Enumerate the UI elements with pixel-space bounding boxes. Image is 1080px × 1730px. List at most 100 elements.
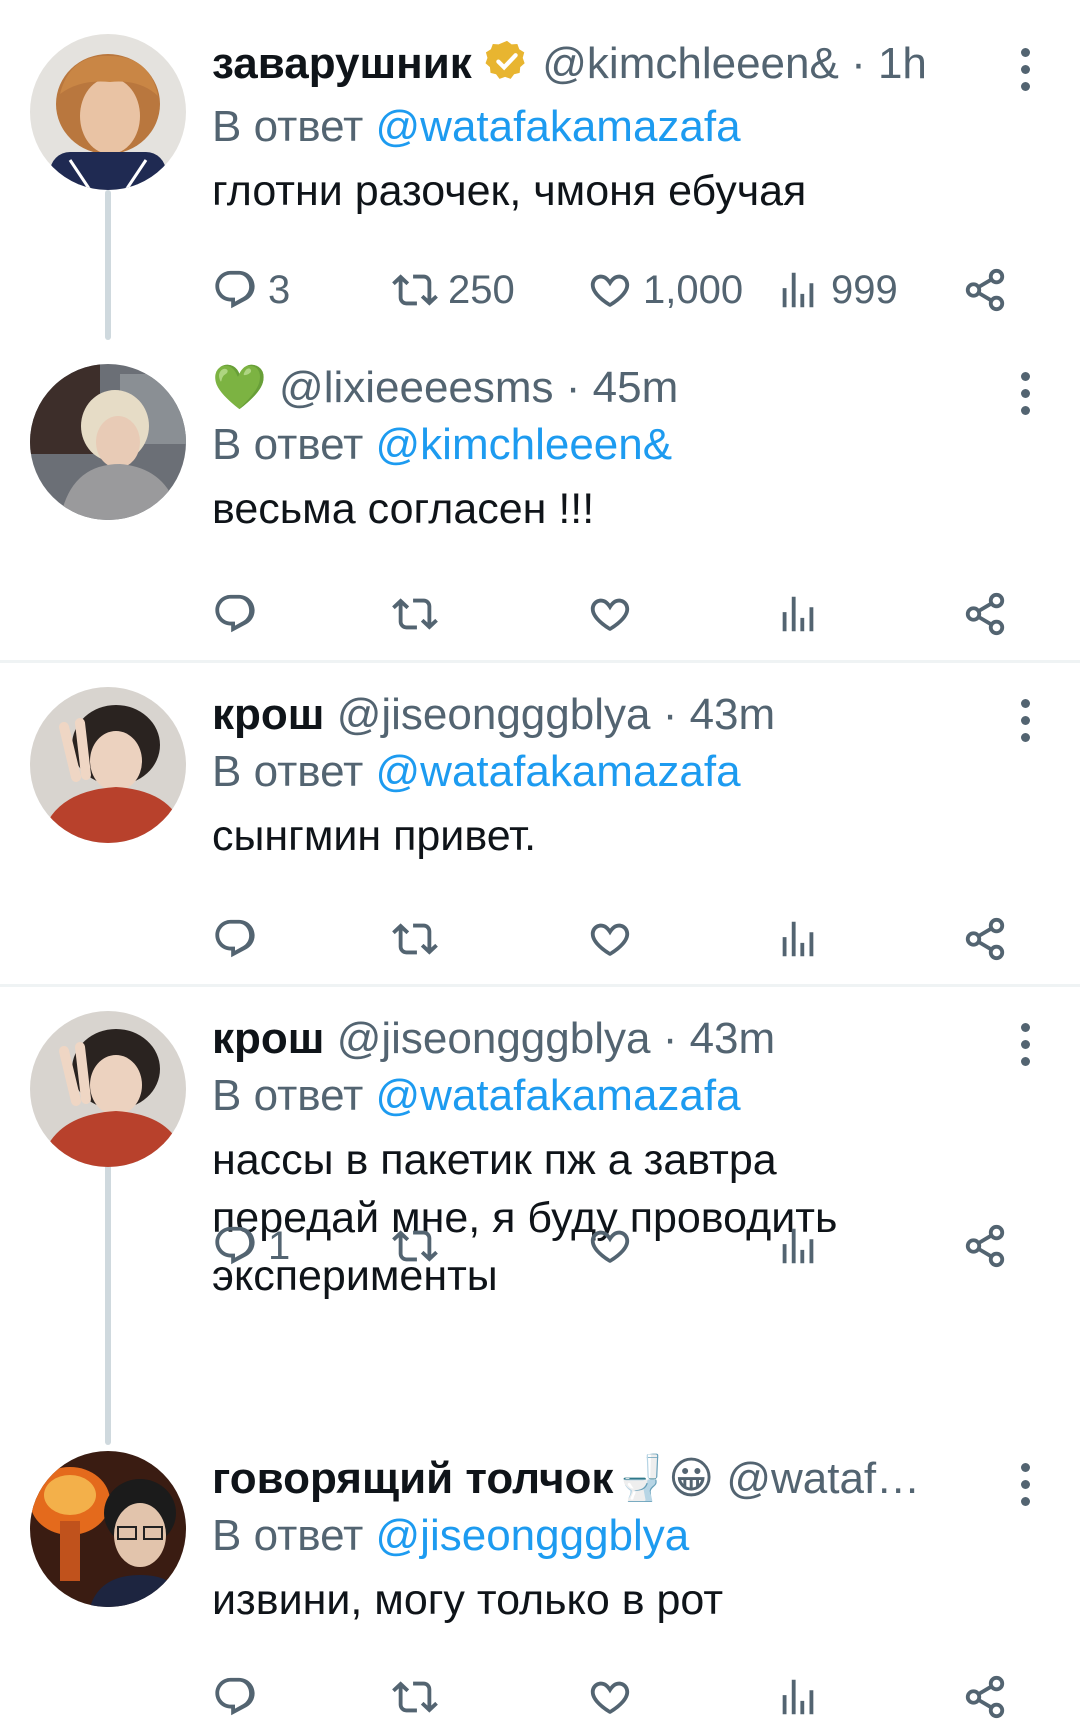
handle[interactable]: @jiseongggblya	[337, 1014, 651, 1063]
views-count: 999	[831, 267, 898, 312]
handle[interactable]: @wataf…	[726, 1454, 920, 1503]
like-button[interactable]: 1,000	[587, 260, 743, 320]
reply-button[interactable]: 3	[212, 260, 290, 320]
share-button[interactable]	[962, 584, 1008, 644]
display-name[interactable]: крош	[212, 690, 324, 739]
retweet-button[interactable]	[392, 909, 438, 969]
display-name[interactable]: говорящий толчок	[212, 1454, 613, 1503]
handle[interactable]: @jiseongggblya	[337, 690, 651, 739]
share-icon	[962, 591, 1008, 637]
avatar[interactable]	[30, 687, 186, 843]
reply-to-link[interactable]: @watafakamazafa	[376, 102, 741, 151]
views-button[interactable]	[775, 584, 821, 644]
tweet-header: говорящий толчок🚽😀 @wataf…	[212, 1451, 1000, 1507]
tweet-text: извини, могу только в рот	[212, 1576, 724, 1624]
timestamp[interactable]: · 1h	[851, 39, 927, 88]
retweet-icon	[392, 591, 438, 637]
retweet-count: 250	[448, 267, 515, 312]
views-button[interactable]	[775, 1216, 821, 1276]
like-icon	[587, 1674, 633, 1720]
tweet[interactable]: заварушник @kimchleeen& · 1h В ответ @wa…	[0, 0, 1080, 340]
timestamp[interactable]: · 45m	[566, 363, 678, 412]
share-icon	[962, 1223, 1008, 1269]
like-button[interactable]	[587, 584, 633, 644]
like-button[interactable]	[587, 909, 633, 969]
like-icon	[587, 916, 633, 962]
handle[interactable]: @kimchleeen&	[542, 39, 839, 88]
verified-badge-icon	[484, 38, 530, 98]
reply-button[interactable]	[212, 584, 258, 644]
action-bar: 3 250 1,000 999	[212, 260, 1012, 320]
avatar[interactable]	[30, 1011, 186, 1167]
avatar[interactable]	[30, 364, 186, 520]
retweet-button[interactable]: 250	[392, 260, 515, 320]
views-button[interactable]	[775, 1667, 821, 1727]
tweet-text-line: нассы в пакетик пж а завтра	[212, 1136, 777, 1184]
reply-context: В ответ @kimchleeen&	[212, 416, 1000, 474]
tweet-text: сынгмин привет.	[212, 812, 537, 860]
retweet-icon	[392, 1674, 438, 1720]
reply-button[interactable]	[212, 909, 258, 969]
avatar[interactable]	[30, 1451, 186, 1607]
reply-count: 3	[268, 267, 291, 312]
views-icon	[775, 591, 821, 637]
reply-icon	[212, 267, 258, 313]
reply-count: 1	[268, 1223, 291, 1268]
action-bar	[212, 909, 1012, 969]
display-name[interactable]: 💚	[212, 363, 267, 412]
more-icon[interactable]	[1018, 372, 1032, 415]
tweet[interactable]: крош @jiseongggblya · 43m В ответ @wataf…	[0, 987, 1080, 1427]
share-button[interactable]	[962, 260, 1008, 320]
reply-to-link[interactable]: @jiseongggblya	[376, 1511, 690, 1560]
tweet-header: 💚 @lixieeeesms · 45m	[212, 360, 1000, 416]
reply-prefix: В ответ	[212, 1511, 364, 1560]
reply-prefix: В ответ	[212, 420, 364, 469]
like-icon	[587, 1223, 633, 1269]
tweet[interactable]: крош @jiseongggblya · 43m В ответ @wataf…	[0, 663, 1080, 983]
avatar[interactable]	[30, 34, 186, 190]
more-icon[interactable]	[1018, 1023, 1032, 1066]
views-button[interactable]: 999	[775, 260, 898, 320]
handle[interactable]: @lixieeeesms	[279, 363, 554, 412]
retweet-button[interactable]	[392, 1216, 438, 1276]
display-name[interactable]: заварушник	[212, 39, 472, 88]
like-button[interactable]	[587, 1667, 633, 1727]
reply-prefix: В ответ	[212, 102, 364, 151]
action-bar: 1	[212, 1216, 1012, 1276]
tweet-header: заварушник @kimchleeen& · 1h	[212, 36, 1000, 98]
more-icon[interactable]	[1018, 1463, 1032, 1506]
reply-to-link[interactable]: @watafakamazafa	[376, 1071, 741, 1120]
reply-icon	[212, 916, 258, 962]
retweet-button[interactable]	[392, 1667, 438, 1727]
retweet-button[interactable]	[392, 584, 438, 644]
views-icon	[775, 916, 821, 962]
timestamp[interactable]: · 43m	[663, 1014, 775, 1063]
timestamp[interactable]: · 43m	[663, 690, 775, 739]
more-icon[interactable]	[1018, 699, 1032, 742]
tweet-text: глотни разочек, чмоня ебучая	[212, 167, 807, 215]
tweet-header: крош @jiseongggblya · 43m	[212, 1011, 1000, 1067]
retweet-icon	[392, 1223, 438, 1269]
reply-icon	[212, 1223, 258, 1269]
reply-button[interactable]	[212, 1667, 258, 1727]
action-bar	[212, 1667, 1012, 1727]
like-button[interactable]	[587, 1216, 633, 1276]
reply-to-link[interactable]: @kimchleeen&	[376, 420, 673, 469]
more-icon[interactable]	[1018, 48, 1032, 91]
share-button[interactable]	[962, 1667, 1008, 1727]
reply-to-link[interactable]: @watafakamazafa	[376, 747, 741, 796]
tweet[interactable]: говорящий толчок🚽😀 @wataf… В ответ @jise…	[0, 1427, 1080, 1730]
tweet[interactable]: 💚 @lixieeeesms · 45m В ответ @kimchleeen…	[0, 340, 1080, 660]
display-name[interactable]: крош	[212, 1014, 324, 1063]
retweet-icon	[392, 916, 438, 962]
share-icon	[962, 916, 1008, 962]
share-button[interactable]	[962, 1216, 1008, 1276]
views-icon	[775, 1674, 821, 1720]
share-button[interactable]	[962, 909, 1008, 969]
retweet-icon	[392, 267, 438, 313]
reply-button[interactable]: 1	[212, 1216, 290, 1276]
views-button[interactable]	[775, 909, 821, 969]
like-icon	[587, 591, 633, 637]
reply-context: В ответ @watafakamazafa	[212, 1067, 1000, 1125]
reply-icon	[212, 1674, 258, 1720]
